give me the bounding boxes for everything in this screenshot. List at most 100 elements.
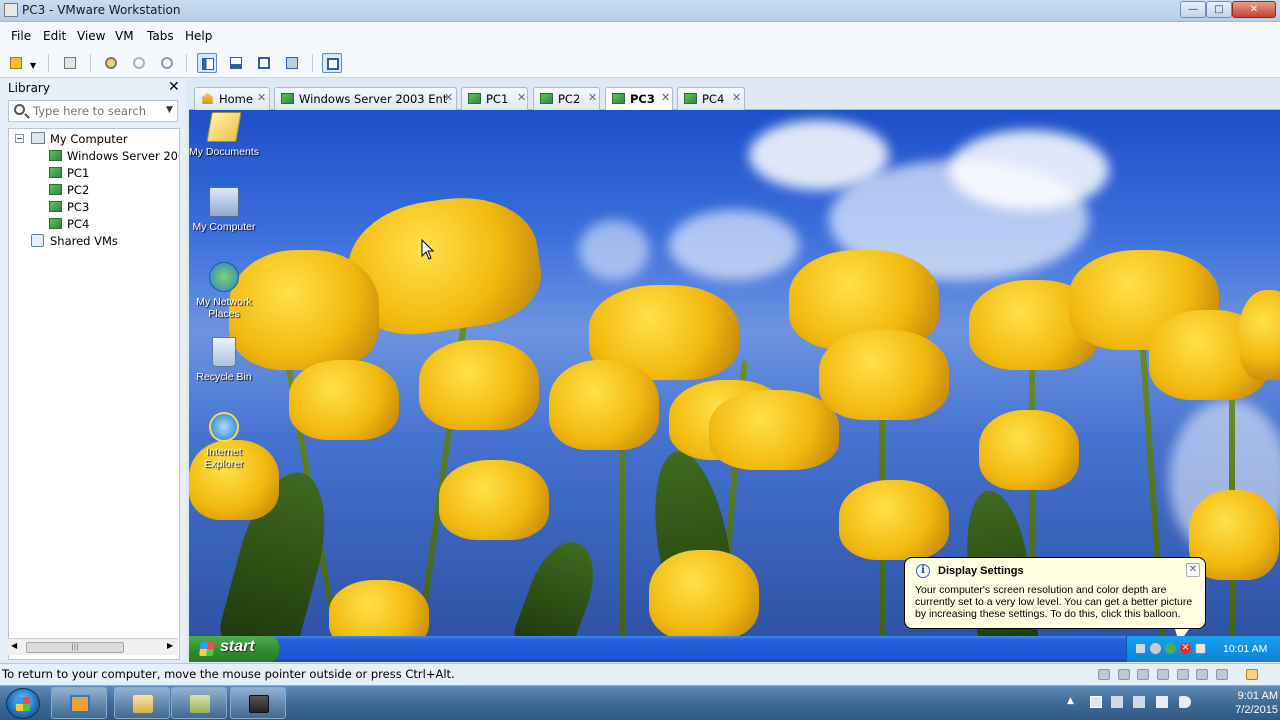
scroll-left-icon[interactable]: ◀: [11, 641, 17, 650]
menu-file[interactable]: File: [11, 29, 31, 43]
volume-tray-icon[interactable]: [1179, 696, 1191, 708]
warning-tray-icon[interactable]: ✕: [1180, 643, 1191, 654]
wallpaper-cloud: [669, 210, 799, 280]
collapse-icon[interactable]: −: [15, 134, 24, 143]
taskbar-explorer-button[interactable]: [114, 687, 170, 719]
desktop-icon-my-computer[interactable]: My Computer: [189, 187, 260, 233]
hard-disk-icon[interactable]: [1098, 669, 1110, 680]
wallpaper-tulip: [979, 410, 1079, 490]
menu-view[interactable]: View: [77, 29, 105, 43]
full-screen-icon[interactable]: [254, 53, 274, 73]
menu-edit[interactable]: Edit: [43, 29, 66, 43]
menu-vm[interactable]: VM: [115, 29, 134, 43]
network-adapter-icon[interactable]: [1157, 669, 1169, 680]
usb-icon[interactable]: [1196, 669, 1208, 680]
power-dropdown-icon[interactable]: ▼: [26, 53, 40, 73]
tab-windows-server-2003[interactable]: Windows Server 2003 Enterpr… ✕: [274, 87, 457, 110]
guest-clock: 10:01 AM: [1223, 643, 1268, 655]
vm-icon: [49, 184, 62, 195]
vm-icon: [49, 218, 62, 229]
computer-icon: [31, 132, 45, 144]
usb-tray-icon[interactable]: [1133, 696, 1145, 708]
close-button[interactable]: ✕: [1232, 1, 1276, 18]
balloon-title: Display Settings: [938, 565, 1024, 577]
taskbar-app-button[interactable]: [171, 687, 227, 719]
message-log-icon[interactable]: [1246, 669, 1258, 680]
display-icon[interactable]: [1216, 669, 1228, 680]
menu-tabs[interactable]: Tabs: [147, 29, 174, 43]
library-search[interactable]: ▼: [8, 100, 178, 122]
vm-icon: [49, 201, 62, 212]
wallpaper-tulip: [549, 360, 659, 450]
taskbar-vmware-button[interactable]: [51, 687, 107, 719]
show-library-icon[interactable]: [197, 53, 217, 73]
floppy-icon[interactable]: [1137, 669, 1149, 680]
scrollbar-thumb[interactable]: |||: [26, 642, 124, 653]
windows-flag-tray-icon[interactable]: [1090, 696, 1102, 708]
windows-flag-icon: [199, 642, 215, 656]
tab-home[interactable]: Home ✕: [194, 87, 270, 110]
vmware-app-icon: [4, 3, 18, 17]
console-view-icon[interactable]: [322, 53, 342, 73]
host-taskbar: ▲ 9:01 AM 7/2/2015: [0, 685, 1280, 720]
display-settings-balloon[interactable]: i Display Settings ✕ Your computer's scr…: [904, 557, 1206, 643]
taskbar-recorder-button[interactable]: [230, 687, 286, 719]
revert-snapshot-icon[interactable]: [129, 53, 149, 73]
send-ctrl-alt-del-icon[interactable]: [60, 53, 80, 73]
network-tray-icon[interactable]: [1156, 696, 1168, 708]
tab-close-icon[interactable]: ✕: [257, 91, 266, 104]
volume-tray-icon[interactable]: [1150, 643, 1161, 654]
action-center-icon[interactable]: [1111, 696, 1123, 708]
printer-icon[interactable]: [1177, 669, 1189, 680]
computer-icon: [209, 187, 239, 217]
search-icon: [14, 104, 25, 115]
balloon-close-button[interactable]: ✕: [1186, 563, 1200, 577]
desktop-icon-my-network-places[interactable]: My Network Places: [189, 262, 260, 320]
desktop-icon-recycle-bin[interactable]: Recycle Bin: [189, 337, 260, 383]
thumbnail-bar-icon[interactable]: [226, 53, 246, 73]
library-close-icon[interactable]: ✕: [168, 79, 180, 95]
folder-icon: [206, 112, 242, 142]
home-icon: [201, 93, 214, 104]
host-clock[interactable]: 9:01 AM 7/2/2015: [1208, 689, 1278, 717]
minimize-button[interactable]: —: [1180, 1, 1206, 18]
guest-desktop[interactable]: My Documents My Computer My Network Plac…: [189, 110, 1280, 662]
cd-dvd-icon[interactable]: [1118, 669, 1130, 680]
tab-close-icon[interactable]: ✕: [517, 91, 526, 104]
tree-item-label: PC3: [67, 200, 90, 214]
tab-close-icon[interactable]: ✕: [661, 91, 670, 104]
menu-help[interactable]: Help: [185, 29, 212, 43]
power-icon[interactable]: [6, 53, 26, 73]
security-tray-icon[interactable]: [1165, 643, 1176, 654]
tree-item-label: Shared VMs: [50, 234, 118, 248]
guest-taskbar: start ✕ 10:01 AM: [189, 636, 1280, 662]
desktop-icon-internet-explorer[interactable]: Internet Explorer: [189, 412, 260, 470]
desktop-icon-label: Internet Explorer: [204, 446, 244, 470]
maximize-button[interactable]: □: [1206, 1, 1232, 18]
balloon-text: Your computer's screen resolution and co…: [915, 584, 1193, 620]
search-dropdown-icon[interactable]: ▼: [166, 105, 173, 115]
tree-item-label: PC2: [67, 183, 90, 197]
display-tray-icon[interactable]: [1195, 643, 1206, 654]
host-start-button[interactable]: [6, 688, 40, 719]
tab-close-icon[interactable]: ✕: [588, 91, 597, 104]
network-tray-icon[interactable]: [1135, 643, 1146, 654]
desktop-icon-my-documents[interactable]: My Documents: [189, 112, 260, 158]
show-hidden-icons-icon[interactable]: ▲: [1067, 696, 1079, 708]
library-header: Library ✕: [0, 78, 186, 98]
library-horizontal-scrollbar[interactable]: ◀ ||| ▶: [8, 638, 178, 655]
snapshot-icon[interactable]: [101, 53, 121, 73]
tab-pc1[interactable]: PC1 ✕: [461, 87, 528, 110]
snapshot-manager-icon[interactable]: [157, 53, 177, 73]
library-panel: Library ✕ ▼ − My Computer Windows Server…: [0, 78, 186, 660]
tab-pc2[interactable]: PC2 ✕: [533, 87, 600, 110]
tab-close-icon[interactable]: ✕: [444, 91, 453, 104]
scroll-right-icon[interactable]: ▶: [167, 641, 173, 650]
guest-start-button[interactable]: start: [189, 636, 279, 662]
tab-pc3[interactable]: PC3 ✕: [605, 87, 673, 111]
unity-icon[interactable]: [282, 53, 302, 73]
wallpaper-tulip: [419, 340, 539, 430]
tab-pc4[interactable]: PC4 ✕: [677, 87, 745, 110]
tab-close-icon[interactable]: ✕: [732, 91, 741, 104]
library-search-input[interactable]: [33, 103, 163, 119]
